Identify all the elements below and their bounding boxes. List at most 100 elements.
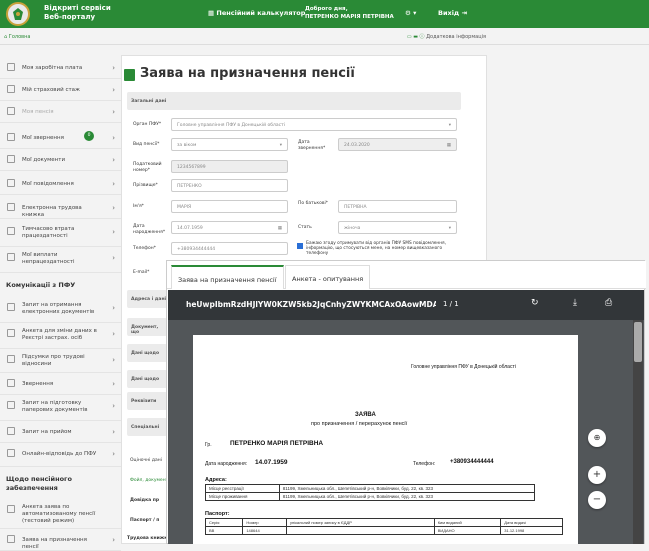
portal-brand[interactable]: Відкриті сервіси Веб-порталу (44, 4, 114, 22)
sms-consent-text: Бажаю згоду отримувати від органів ПФУ S… (306, 241, 447, 256)
print-icon[interactable]: ⎙ (605, 298, 612, 308)
chevron-right-icon: › (112, 402, 115, 410)
phone-label: Телефон* (133, 246, 156, 251)
sidebar-item-paper-docs[interactable]: Запит на підготовку паперових документів… (0, 395, 121, 421)
chevron-right-icon: › (112, 134, 115, 142)
birth-field[interactable]: 14.07.1959 ▦ (171, 221, 288, 234)
sidebar-item-auto-pension[interactable]: Анкета заява по автоматизованому пенсії … (0, 499, 121, 529)
sidebar-item-workbook[interactable]: Електронна трудова книжка › (0, 197, 121, 219)
addr-live-value: 81199, Хмельницька обл., Шепетівський р-… (278, 492, 536, 501)
sidebar-item-salary[interactable]: Моя заробітна плата › (0, 57, 121, 79)
pension-type-label: Вид пенсії* (133, 142, 160, 147)
doc-phone-value: +380934444444 (450, 459, 494, 465)
sidebar-item-pension[interactable]: Моя пенсія › (0, 101, 121, 123)
document-icon (7, 227, 15, 235)
zoom-out-icon[interactable]: − (588, 491, 606, 509)
pension-calculator-link[interactable]: ▦ Пенсійний калькулятор (208, 9, 305, 17)
document-icon (7, 253, 15, 261)
sidebar: Моя заробітна плата › Мій страховий стаж ›… (0, 55, 121, 551)
chevron-down-icon: ▾ (448, 123, 451, 128)
sidebar-item-appointment[interactable]: Запит на прийом › (0, 421, 121, 443)
chevron-down-icon: ▾ (279, 143, 282, 148)
tax-field[interactable]: 1234567899 (171, 160, 288, 173)
calendar-icon: ▦ (446, 143, 451, 148)
gear-icon: ⚙ ▾ (405, 9, 417, 17)
phone-field[interactable]: +380934444444 (171, 242, 288, 255)
logout-link[interactable]: Вихід ⇥ (438, 9, 467, 17)
zoom-in-icon[interactable]: + (588, 466, 606, 484)
sidebar-item-change-data[interactable]: Анкета для зміни даних в Реєстрі застрах… (0, 323, 121, 349)
sidebar-item-payments[interactable]: Мої виплати непрацездатності › (0, 247, 121, 273)
sex-label: Стать (298, 225, 312, 230)
document-icon (7, 329, 15, 337)
pass-issuer: ВИДАНО (433, 526, 502, 535)
settings-menu[interactable]: ⚙ ▾ (405, 9, 416, 17)
doc-passport-label: Паспорт: (205, 511, 230, 517)
page-counter: 1 / 1 (443, 300, 459, 308)
chevron-right-icon: › (112, 108, 115, 116)
book-icon (7, 203, 15, 211)
sidebar-item-disability[interactable]: Тимчасово втрата працездатності › (0, 221, 121, 247)
sidebar-item-edoc-request[interactable]: Запит на отримання електронних документі… (0, 297, 121, 323)
doc-subheading: про призначення / перерахунок пенсії (311, 421, 408, 427)
sidebar-item-online-answer[interactable]: Онлайн-відповідь до ПФУ › (0, 443, 121, 467)
tab-application[interactable]: Заява на призначення пенсії (171, 265, 284, 289)
sidebar-item-appeal[interactable]: Звернення › (0, 373, 121, 395)
sidebar-item-pension-application[interactable]: Заява на призначення пенсії › (0, 529, 121, 551)
doc-birth-value: 14.07.1959 (255, 459, 288, 466)
tax-label: Податковий номер* (133, 162, 162, 173)
name-field[interactable]: МАРІЯ (171, 200, 288, 213)
chevron-right-icon: › (112, 428, 115, 436)
doc-citizen-label: Гр. (205, 442, 212, 448)
user-greeting: Доброго дня, ПЕТРЕНКО МАРІЯ ПЕТРІВНА (305, 6, 394, 20)
download-icon[interactable]: ⤓ (573, 298, 577, 308)
section-address[interactable]: Адреса і дані (127, 290, 167, 308)
section-data-1[interactable]: Дані щодо (127, 344, 167, 362)
sidebar-item-experience[interactable]: Мій страховий стаж › (0, 79, 121, 101)
sidebar-item-messages[interactable]: Мої повідомлення › (0, 173, 121, 195)
additional-info-link[interactable]: ▭ ▬ ⓘ Додаткова інформація (407, 33, 486, 40)
section-document[interactable]: Документ, що (127, 318, 167, 336)
envelope-icon (7, 133, 15, 141)
chevron-right-icon: › (112, 330, 115, 338)
pfu-logo[interactable] (6, 2, 30, 26)
sidebar-item-requests[interactable]: Мої звернення 0 › (0, 127, 121, 149)
rotate-icon[interactable]: ↻ (531, 298, 539, 308)
breadcrumb-bar: ⌂ Головна ▭ ▬ ⓘ Додаткова інформація (0, 28, 649, 45)
surname-field[interactable]: ПЕТРЕНКО (171, 179, 288, 192)
date-field[interactable]: 24.03.2020 ▦ (338, 138, 457, 151)
preview-tabs: Заява на призначення пенсії Анкета - опи… (167, 261, 646, 289)
pass-date: 31.12.1998 (500, 526, 563, 535)
document-icon (7, 401, 15, 409)
pass-series: ВВ (204, 526, 244, 535)
section-requisites[interactable]: Реквізити (127, 392, 167, 410)
tab-questionnaire[interactable]: Анкета - опитування (285, 265, 371, 289)
passport-label: Паспорт / п (130, 518, 160, 523)
document-icon (7, 505, 15, 513)
patronymic-field[interactable]: ПЕТРІВНА (338, 200, 457, 213)
sidebar-item-documents[interactable]: Мої документи › (0, 149, 121, 171)
doc-birth-label: Дата народження: (205, 461, 248, 467)
chevron-right-icon: › (112, 204, 115, 212)
section-data-2[interactable]: Дані щодо (127, 370, 167, 388)
breadcrumb[interactable]: ⌂ Головна (4, 34, 30, 40)
sex-select[interactable]: жіноча ▾ (338, 221, 457, 234)
pension-type-select[interactable]: за віком ▾ (171, 138, 288, 151)
document-title-icon (124, 69, 135, 81)
addr-live-label: Місце проживання (205, 492, 280, 501)
doc-address-label: Адреса: (205, 477, 227, 483)
surname-label: Прізвище* (133, 183, 158, 188)
doc-organ: Головне управління ПФУ в Донецькій облас… (411, 364, 516, 370)
pdf-page: Головне управління ПФУ в Донецькій облас… (193, 335, 578, 544)
organ-select[interactable]: Головне управління ПФУ в Донецькій облас… (171, 118, 457, 131)
docs-file-label: Фойл, документ (130, 478, 169, 483)
doc-passport-table: Серія Номер унікальний номер запису в ЄД… (204, 518, 563, 535)
calendar-icon (7, 427, 15, 435)
pdf-scroll-thumb[interactable] (634, 322, 642, 362)
fit-page-icon[interactable]: ⊕ (588, 429, 606, 447)
pass-col-number: Номер (242, 518, 287, 527)
sms-consent-checkbox[interactable] (297, 243, 303, 249)
sidebar-item-labor-relations[interactable]: Підсумки про трудові відносини › (0, 349, 121, 373)
section-special[interactable]: Спеціальні (127, 418, 167, 436)
section-general[interactable]: Загальні дані (127, 92, 461, 110)
